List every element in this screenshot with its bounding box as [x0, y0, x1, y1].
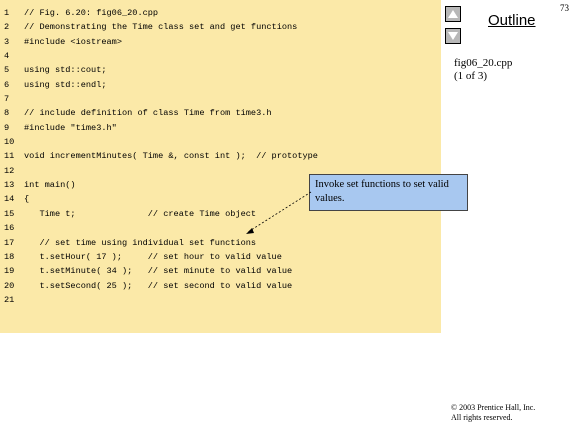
copyright-line-2: All rights reserved. [451, 413, 513, 422]
callout-arrow [246, 191, 312, 234]
copyright-line-1: © 2003 Prentice Hall, Inc. [451, 403, 536, 412]
copyright: © 2003 Prentice Hall, Inc. All rights re… [451, 403, 535, 423]
